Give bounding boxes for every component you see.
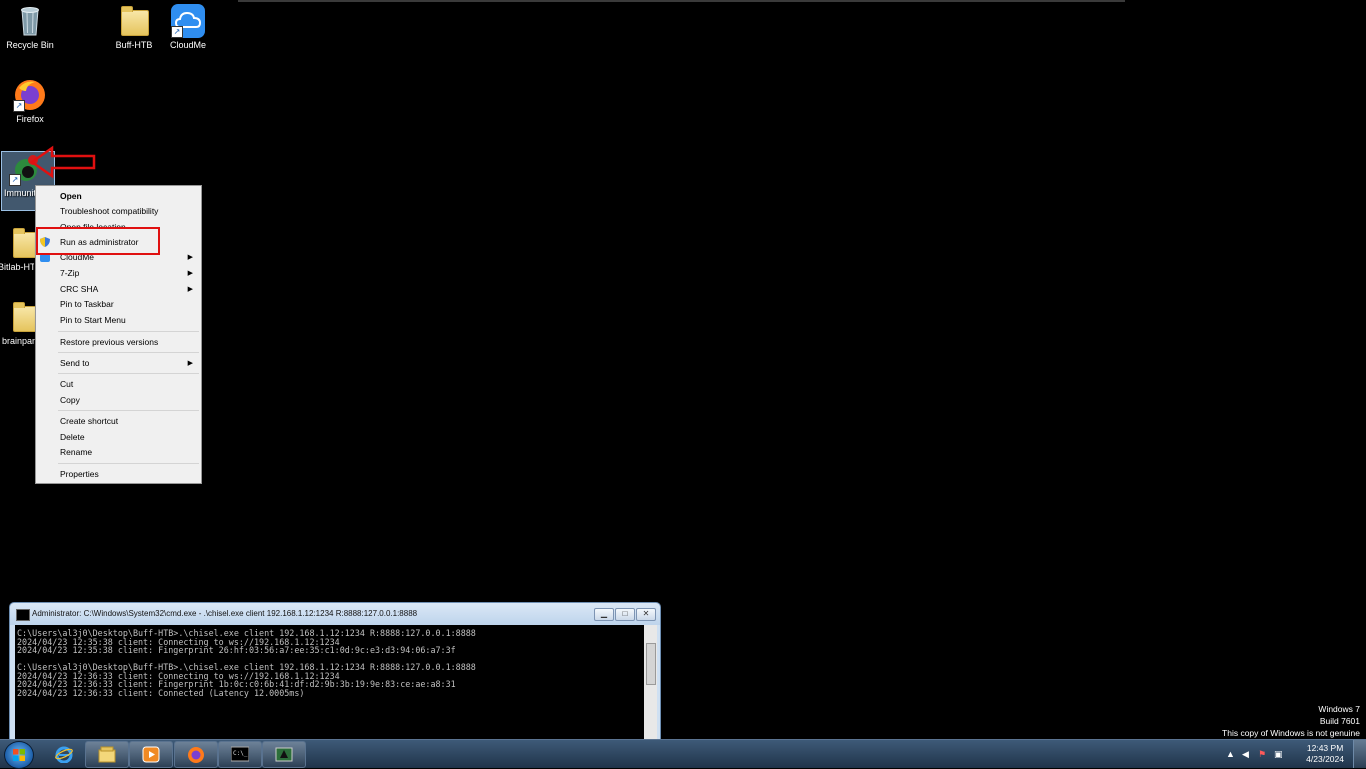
taskbar-firefox-button[interactable] xyxy=(174,741,218,768)
immunity-debugger-icon xyxy=(275,747,293,762)
cmd-app-icon xyxy=(16,609,30,621)
console-line: 2024/04/23 12:35:38 client: Fingerprint … xyxy=(17,645,456,655)
svg-text:C:\_: C:\_ xyxy=(233,750,248,757)
system-tray: ▲ ◀ ⚑ ▣ 12:43 PM 4/23/2024 xyxy=(1226,740,1366,768)
menu-item-7zip[interactable]: 7-Zip xyxy=(60,268,79,278)
red-arrow-annotation xyxy=(29,145,96,179)
menu-separator xyxy=(58,410,199,411)
menu-item-open[interactable]: Open xyxy=(60,191,82,201)
firefox-icon xyxy=(188,747,204,763)
windows-explorer-icon xyxy=(98,746,116,763)
desktop-icon-label: Firefox xyxy=(16,114,44,124)
menu-item-copy[interactable]: Copy xyxy=(60,395,80,405)
red-highlight-box xyxy=(36,227,160,255)
submenu-arrow-icon: ▶ xyxy=(187,360,193,367)
scrollbar-thumb[interactable] xyxy=(646,643,656,685)
watermark-build: Build 7601 xyxy=(1319,716,1360,726)
menu-item-send-to[interactable]: Send to xyxy=(60,358,89,368)
desktop-icon-label: Buff-HTB xyxy=(115,40,153,50)
menu-item-restore-previous-versions[interactable]: Restore previous versions xyxy=(60,337,158,347)
shortcut-arrow-icon: ↗ xyxy=(13,100,25,112)
submenu-arrow-icon: ▶ xyxy=(187,270,193,277)
volume-icon[interactable]: ◀ xyxy=(1242,749,1252,759)
taskbar: C:\_ ▲ ◀ ⚑ ▣ 12:43 PM 4/23/2024 xyxy=(0,739,1366,769)
desktop-icon-buff-htb[interactable]: Buff-HTB xyxy=(104,4,164,50)
cmd-window[interactable]: Administrator: C:\Windows\System32\cmd.e… xyxy=(9,602,661,741)
clock-date: 4/23/2024 xyxy=(1306,754,1344,764)
taskbar-ie-button[interactable] xyxy=(42,741,86,768)
maximize-button[interactable]: □ xyxy=(615,608,635,621)
watermark-notice: This copy of Windows is not genuine xyxy=(1222,728,1360,738)
cmd-console-output[interactable]: C:\Users\al3j0\Desktop\Buff-HTB>.\chisel… xyxy=(15,625,644,740)
shortcut-arrow-icon: ↗ xyxy=(171,26,183,38)
taskbar-cmd-button[interactable]: C:\_ xyxy=(218,741,262,768)
taskbar-clock[interactable]: 12:43 PM 4/23/2024 xyxy=(1306,743,1344,765)
folder-icon xyxy=(117,4,151,38)
desktop-icon-cloudme[interactable]: ↗ CloudMe xyxy=(158,4,218,50)
menu-item-crc-sha[interactable]: CRC SHA xyxy=(60,284,98,294)
show-hidden-icons-icon[interactable]: ▲ xyxy=(1226,749,1236,759)
cloudme-icon: ↗ xyxy=(171,4,205,38)
menu-separator xyxy=(58,331,199,332)
close-button[interactable]: ✕ xyxy=(636,608,656,621)
taskbar-media-player-button[interactable] xyxy=(129,741,173,768)
action-center-flag-icon[interactable]: ⚑ xyxy=(1258,749,1268,759)
desktop-icon-label: CloudMe xyxy=(169,40,207,50)
taskbar-immunity-button[interactable] xyxy=(262,741,306,768)
menu-item-delete[interactable]: Delete xyxy=(60,432,85,442)
cmd-scrollbar[interactable] xyxy=(644,625,657,740)
top-window-edge xyxy=(238,0,1125,2)
firefox-icon: ↗ xyxy=(13,78,47,112)
taskbar-explorer-button[interactable] xyxy=(85,741,129,768)
menu-item-properties[interactable]: Properties xyxy=(60,469,99,479)
windows-flag-icon xyxy=(13,749,25,761)
desktop-icon-firefox[interactable]: ↗ Firefox xyxy=(0,78,60,124)
menu-separator xyxy=(58,352,199,353)
recycle-bin-icon xyxy=(13,4,47,38)
desktop-icon-label: Bitlab-HTB xyxy=(0,262,34,272)
menu-separator xyxy=(58,373,199,374)
desktop-icon-label: brainpan xyxy=(2,336,36,346)
menu-item-rename[interactable]: Rename xyxy=(60,447,92,457)
desktop-icon-recycle-bin[interactable]: Recycle Bin xyxy=(0,4,60,50)
desktop-icon-label: Recycle Bin xyxy=(6,40,54,50)
cloudme-small-icon xyxy=(40,254,50,262)
watermark-os: Windows 7 xyxy=(1318,704,1360,714)
cmd-titlebar[interactable]: Administrator: C:\Windows\System32\cmd.e… xyxy=(10,603,660,625)
show-desktop-button[interactable] xyxy=(1353,740,1366,768)
submenu-arrow-icon: ▶ xyxy=(187,286,193,293)
menu-item-create-shortcut[interactable]: Create shortcut xyxy=(60,416,118,426)
clock-time: 12:43 PM xyxy=(1306,743,1344,753)
cmd-icon: C:\_ xyxy=(231,746,249,762)
internet-explorer-icon xyxy=(55,746,73,763)
menu-separator xyxy=(58,463,199,464)
shortcut-arrow-icon: ↗ xyxy=(9,174,21,186)
cmd-window-title: Administrator: C:\Windows\System32\cmd.e… xyxy=(32,609,418,618)
network-icon[interactable]: ▣ xyxy=(1274,749,1284,759)
console-line: 2024/04/23 12:36:33 client: Connected (L… xyxy=(17,687,305,698)
menu-item-cut[interactable]: Cut xyxy=(60,379,73,389)
menu-item-pin-to-start-menu[interactable]: Pin to Start Menu xyxy=(60,315,126,325)
menu-item-troubleshoot[interactable]: Troubleshoot compatibility xyxy=(60,206,158,216)
start-button[interactable] xyxy=(4,741,34,769)
minimize-button[interactable]: ▁ xyxy=(594,608,614,621)
submenu-arrow-icon: ▶ xyxy=(187,254,193,261)
media-player-icon xyxy=(142,746,160,763)
menu-item-pin-to-taskbar[interactable]: Pin to Taskbar xyxy=(60,299,114,309)
